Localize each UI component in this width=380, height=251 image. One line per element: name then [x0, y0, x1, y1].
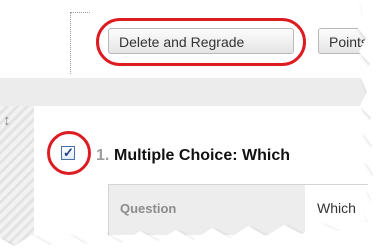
question-label-cell: Question [109, 185, 305, 235]
section-divider [0, 78, 370, 106]
move-handle-icon[interactable]: ↕ [3, 112, 11, 130]
screenshot-canvas: Delete and Regrade Points ↕ ✓ 1. Multipl… [0, 0, 380, 251]
question-label: Question [120, 201, 177, 216]
delete-button-highlight-circle [96, 18, 306, 66]
action-toolbar: Delete and Regrade Points [0, 0, 380, 78]
question-detail-table: Question Which [108, 184, 371, 235]
checkbox-highlight-circle [47, 131, 91, 175]
question-title: Multiple Choice: Which [114, 147, 290, 164]
test-editor-panel: Delete and Regrade Points ↕ ✓ 1. Multipl… [0, 0, 380, 251]
points-button[interactable]: Points [318, 28, 380, 54]
question-text: Which [317, 200, 356, 216]
drag-guide-corner [70, 12, 90, 27]
question-number: 1. [96, 147, 110, 164]
